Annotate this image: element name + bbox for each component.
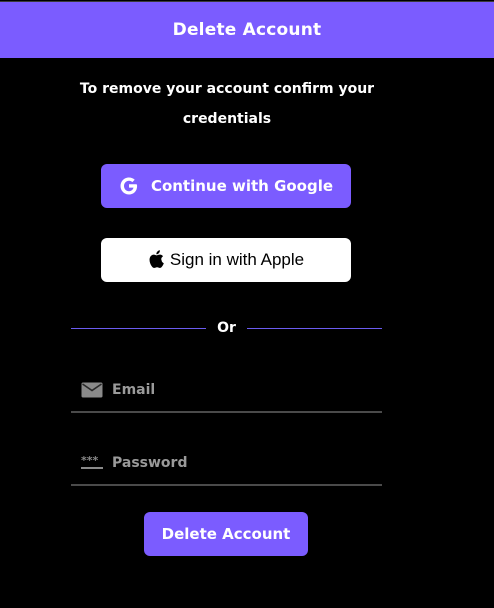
or-divider: Or	[71, 318, 382, 338]
delete-account-button[interactable]: Delete Account	[144, 512, 308, 556]
password-dots-icon: ***	[81, 454, 103, 472]
apple-button-label: Sign in with Apple	[169, 250, 305, 269]
mail-icon	[81, 381, 103, 399]
instruction-text: To remove your account confirm your cred…	[0, 74, 454, 134]
instruction-line-1: To remove your account confirm your	[79, 81, 375, 97]
google-g-icon	[119, 176, 139, 196]
dialog-title: Delete Account	[172, 20, 322, 40]
continue-with-google-button[interactable]: Continue with Google	[101, 164, 351, 208]
password-input[interactable]	[112, 455, 382, 471]
divider-line-right	[246, 327, 382, 329]
delete-button-label: Delete Account	[161, 525, 291, 543]
email-field[interactable]	[71, 369, 382, 413]
email-input[interactable]	[112, 382, 382, 398]
svg-text:***: ***	[81, 454, 99, 467]
google-button-label: Continue with Google	[150, 177, 334, 195]
dialog-header: Delete Account	[0, 1, 494, 58]
divider-line-left	[71, 327, 207, 329]
sign-in-with-apple-button[interactable]: Sign in with Apple	[101, 238, 351, 282]
apple-logo-icon	[148, 249, 164, 268]
divider-or-text: Or	[217, 320, 236, 336]
instruction-line-2: credentials	[182, 111, 272, 127]
delete-account-dialog: Delete Account To remove your account co…	[0, 0, 494, 608]
password-field[interactable]: ***	[71, 442, 382, 486]
